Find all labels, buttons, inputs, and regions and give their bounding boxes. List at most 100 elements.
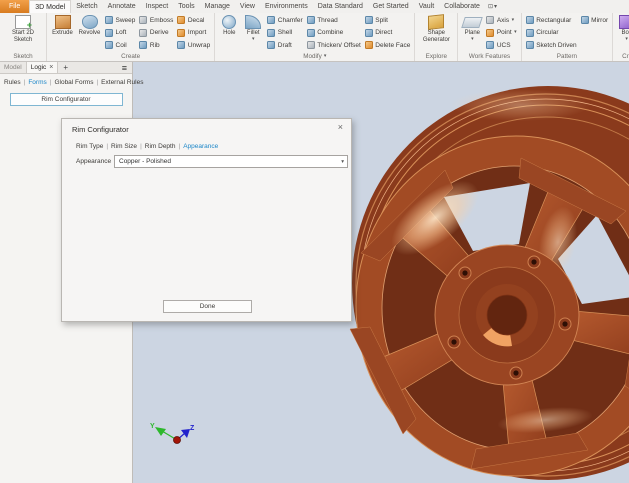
box-button[interactable]: Box ▾: [615, 13, 629, 52]
mirror-label: Mirror: [591, 17, 608, 24]
tab-tools[interactable]: Tools: [173, 0, 199, 13]
unwrap-button[interactable]: Unwrap: [175, 39, 212, 52]
axis-button[interactable]: Axis▾: [484, 14, 518, 27]
panel-tab-logic-label: Logic: [31, 64, 47, 71]
start-2d-sketch-button[interactable]: Start 2D Sketch: [2, 13, 44, 52]
revolve-label: Revolve: [79, 30, 101, 37]
explore-section-label: Explore: [426, 53, 447, 60]
section-modify: Hole Fillet ▾ Chamfer Shell Draft Thread…: [215, 13, 415, 61]
circular-pattern-button[interactable]: Circular: [524, 27, 579, 40]
direct-icon: [365, 29, 373, 37]
point-button[interactable]: Point▾: [484, 27, 518, 40]
chevron-down-icon: ▾: [252, 37, 255, 42]
chamfer-button[interactable]: Chamfer: [265, 14, 304, 27]
section-pattern: Rectangular Circular Sketch Driven Mirro…: [522, 13, 613, 61]
tab-data-standard[interactable]: Data Standard: [313, 0, 368, 13]
z-axis-arrow-icon: [181, 429, 190, 438]
dialog-tab-rim-depth[interactable]: Rim Depth: [145, 143, 183, 150]
dialog-title: Rim Configurator: [72, 125, 129, 134]
delete-face-label: Delete Face: [375, 42, 410, 49]
subtab-forms[interactable]: Forms: [28, 79, 54, 86]
rectangular-pattern-button[interactable]: Rectangular: [524, 14, 579, 27]
sketch-driven-label: Sketch Driven: [536, 42, 576, 49]
chevron-down-icon: ▾: [494, 3, 497, 10]
tab-manage[interactable]: Manage: [200, 0, 235, 13]
derive-button[interactable]: Derive: [137, 27, 175, 40]
sweep-icon: [105, 16, 113, 24]
emboss-button[interactable]: Emboss: [137, 14, 175, 27]
tab-get-started[interactable]: Get Started: [368, 0, 414, 13]
revolve-button[interactable]: Revolve: [76, 13, 103, 52]
panel-tab-model[interactable]: Model: [0, 62, 26, 73]
direct-button[interactable]: Direct: [363, 27, 413, 40]
panel-menu-icon[interactable]: ≡: [117, 63, 132, 73]
tab-inspect[interactable]: Inspect: [141, 0, 174, 13]
thread-button[interactable]: Thread: [305, 14, 363, 27]
start-2d-sketch-icon: [15, 15, 31, 29]
dialog-tab-appearance[interactable]: Appearance: [183, 143, 218, 150]
appearance-dropdown[interactable]: Copper - Polished ▾: [114, 155, 348, 168]
ucs-button[interactable]: UCS: [484, 39, 518, 52]
draft-label: Draft: [278, 42, 292, 49]
panel-tab-logic[interactable]: Logic ×: [26, 62, 59, 73]
sweep-button[interactable]: Sweep: [103, 14, 137, 27]
direct-label: Direct: [375, 29, 392, 36]
sketch-driven-button[interactable]: Sketch Driven: [524, 39, 579, 52]
import-button[interactable]: Import: [175, 27, 212, 40]
ucs-icon: [486, 41, 494, 49]
combine-button[interactable]: Combine: [305, 27, 363, 40]
tab-vault[interactable]: Vault: [414, 0, 439, 13]
section-explore: Shape Generator Explore: [415, 13, 458, 61]
shape-generator-label: Shape Generator: [417, 30, 455, 43]
tab-3d-model[interactable]: 3D Model: [29, 0, 71, 13]
axis-label: Axis: [497, 17, 509, 24]
rim-configurator-form-button[interactable]: Rim Configurator: [10, 93, 123, 106]
mirror-button[interactable]: Mirror: [579, 14, 610, 27]
subtab-rules[interactable]: Rules: [4, 79, 28, 86]
done-button[interactable]: Done: [163, 300, 252, 313]
rib-button[interactable]: Rib: [137, 39, 175, 52]
ribbon-display-toggle[interactable]: ⊡ ▾: [488, 0, 497, 13]
dialog-tab-rim-type[interactable]: Rim Type: [76, 143, 111, 150]
circular-pattern-label: Circular: [536, 29, 558, 36]
split-label: Split: [375, 17, 388, 24]
section-create: Extrude Revolve Sweep Loft Coil Emboss D…: [47, 13, 215, 61]
subtab-external-rules[interactable]: External Rules: [101, 79, 143, 86]
extrude-button[interactable]: Extrude: [49, 13, 76, 52]
emboss-label: Emboss: [150, 17, 173, 24]
tab-view[interactable]: View: [235, 0, 260, 13]
tab-annotate[interactable]: Annotate: [103, 0, 141, 13]
close-icon[interactable]: ×: [49, 64, 53, 71]
split-button[interactable]: Split: [363, 14, 413, 27]
delete-face-icon: [365, 41, 373, 49]
ilogic-subtabs: Rules Forms Global Forms External Rules: [0, 74, 132, 86]
tab-sketch[interactable]: Sketch: [71, 0, 102, 13]
close-icon[interactable]: ×: [338, 122, 343, 132]
add-panel-tab-button[interactable]: +: [58, 63, 73, 72]
tab-file[interactable]: File: [0, 0, 29, 13]
shell-button[interactable]: Shell: [265, 27, 304, 40]
plane-button[interactable]: Plane ▾: [460, 13, 484, 52]
chevron-down-icon: ▾: [514, 30, 517, 35]
rim-wheel[interactable]: [350, 86, 629, 480]
pattern-section-label: Pattern: [557, 53, 577, 60]
draft-button[interactable]: Draft: [265, 39, 304, 52]
derive-icon: [139, 29, 147, 37]
tab-collaborate[interactable]: Collaborate: [439, 0, 485, 13]
subtab-global-forms[interactable]: Global Forms: [54, 79, 101, 86]
hole-button[interactable]: Hole: [217, 13, 241, 52]
chevron-down-icon: ▾: [512, 18, 515, 23]
extrude-label: Extrude: [52, 30, 73, 37]
tab-environments[interactable]: Environments: [260, 0, 313, 13]
shape-generator-button[interactable]: Shape Generator: [417, 13, 455, 52]
loft-button[interactable]: Loft: [103, 27, 137, 40]
fillet-button[interactable]: Fillet ▾: [241, 13, 265, 52]
thicken-offset-button[interactable]: Thicken/ Offset: [305, 39, 363, 52]
create-section-label: Create: [121, 53, 140, 60]
dialog-tab-rim-size[interactable]: Rim Size: [111, 143, 145, 150]
modify-section-label[interactable]: Modify: [303, 53, 322, 60]
coil-button[interactable]: Coil: [103, 39, 137, 52]
delete-face-button[interactable]: Delete Face: [363, 39, 413, 52]
rib-label: Rib: [150, 42, 160, 49]
decal-button[interactable]: Decal: [175, 14, 212, 27]
